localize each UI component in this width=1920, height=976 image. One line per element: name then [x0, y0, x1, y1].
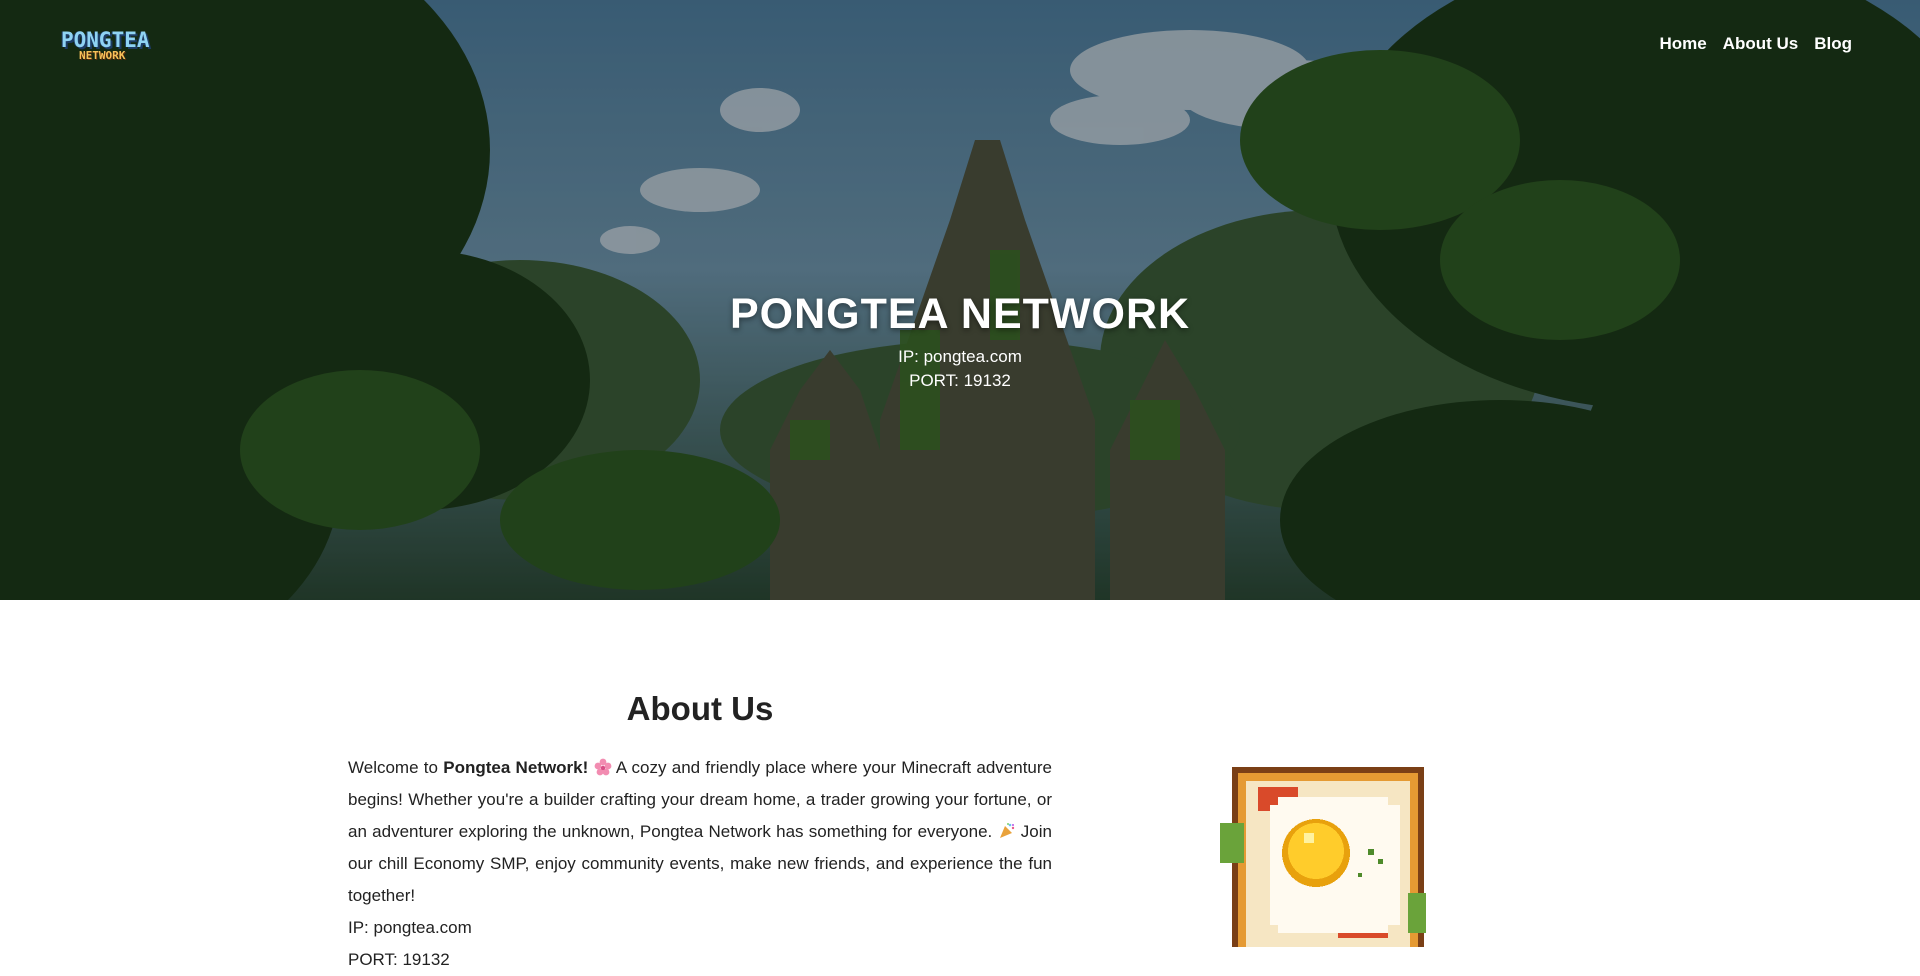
about-heading: About Us [626, 690, 774, 727]
intro-welcome: Welcome to [348, 758, 444, 777]
hero-banner: PONGTEA NETWORK Home About Us Blog PONGT… [0, 0, 1920, 600]
nav-about-link[interactable]: About Us [1723, 34, 1799, 54]
egg-toast-illustration [1218, 763, 1430, 947]
nav-home-link[interactable]: Home [1659, 34, 1706, 54]
hero-title: PONGTEA NETWORK [729, 290, 1191, 338]
party-popper-icon [998, 819, 1016, 838]
nav-blog-link[interactable]: Blog [1814, 34, 1852, 54]
about-port: PORT: 19132 [348, 950, 450, 969]
hero-content: PONGTEA NETWORK IP: pongtea.com PORT: 19… [0, 290, 1920, 393]
about-intro: Welcome to Pongtea Network! A cozy and f… [348, 752, 1052, 912]
about-section: About Us Welcome to Pongtea Network! A c… [348, 690, 1052, 976]
logo-wordmark: PONGTEA [61, 28, 150, 52]
hero-port: PORT: 19132 [909, 371, 1011, 390]
brand-name: Pongtea Network! [443, 758, 589, 777]
main-nav: Home About Us Blog [1659, 34, 1852, 54]
site-logo[interactable]: PONGTEA NETWORK [61, 28, 161, 62]
cherry-blossom-icon [594, 755, 612, 776]
about-ip: IP: pongtea.com [348, 918, 472, 937]
hero-ip: IP: pongtea.com [898, 347, 1022, 366]
